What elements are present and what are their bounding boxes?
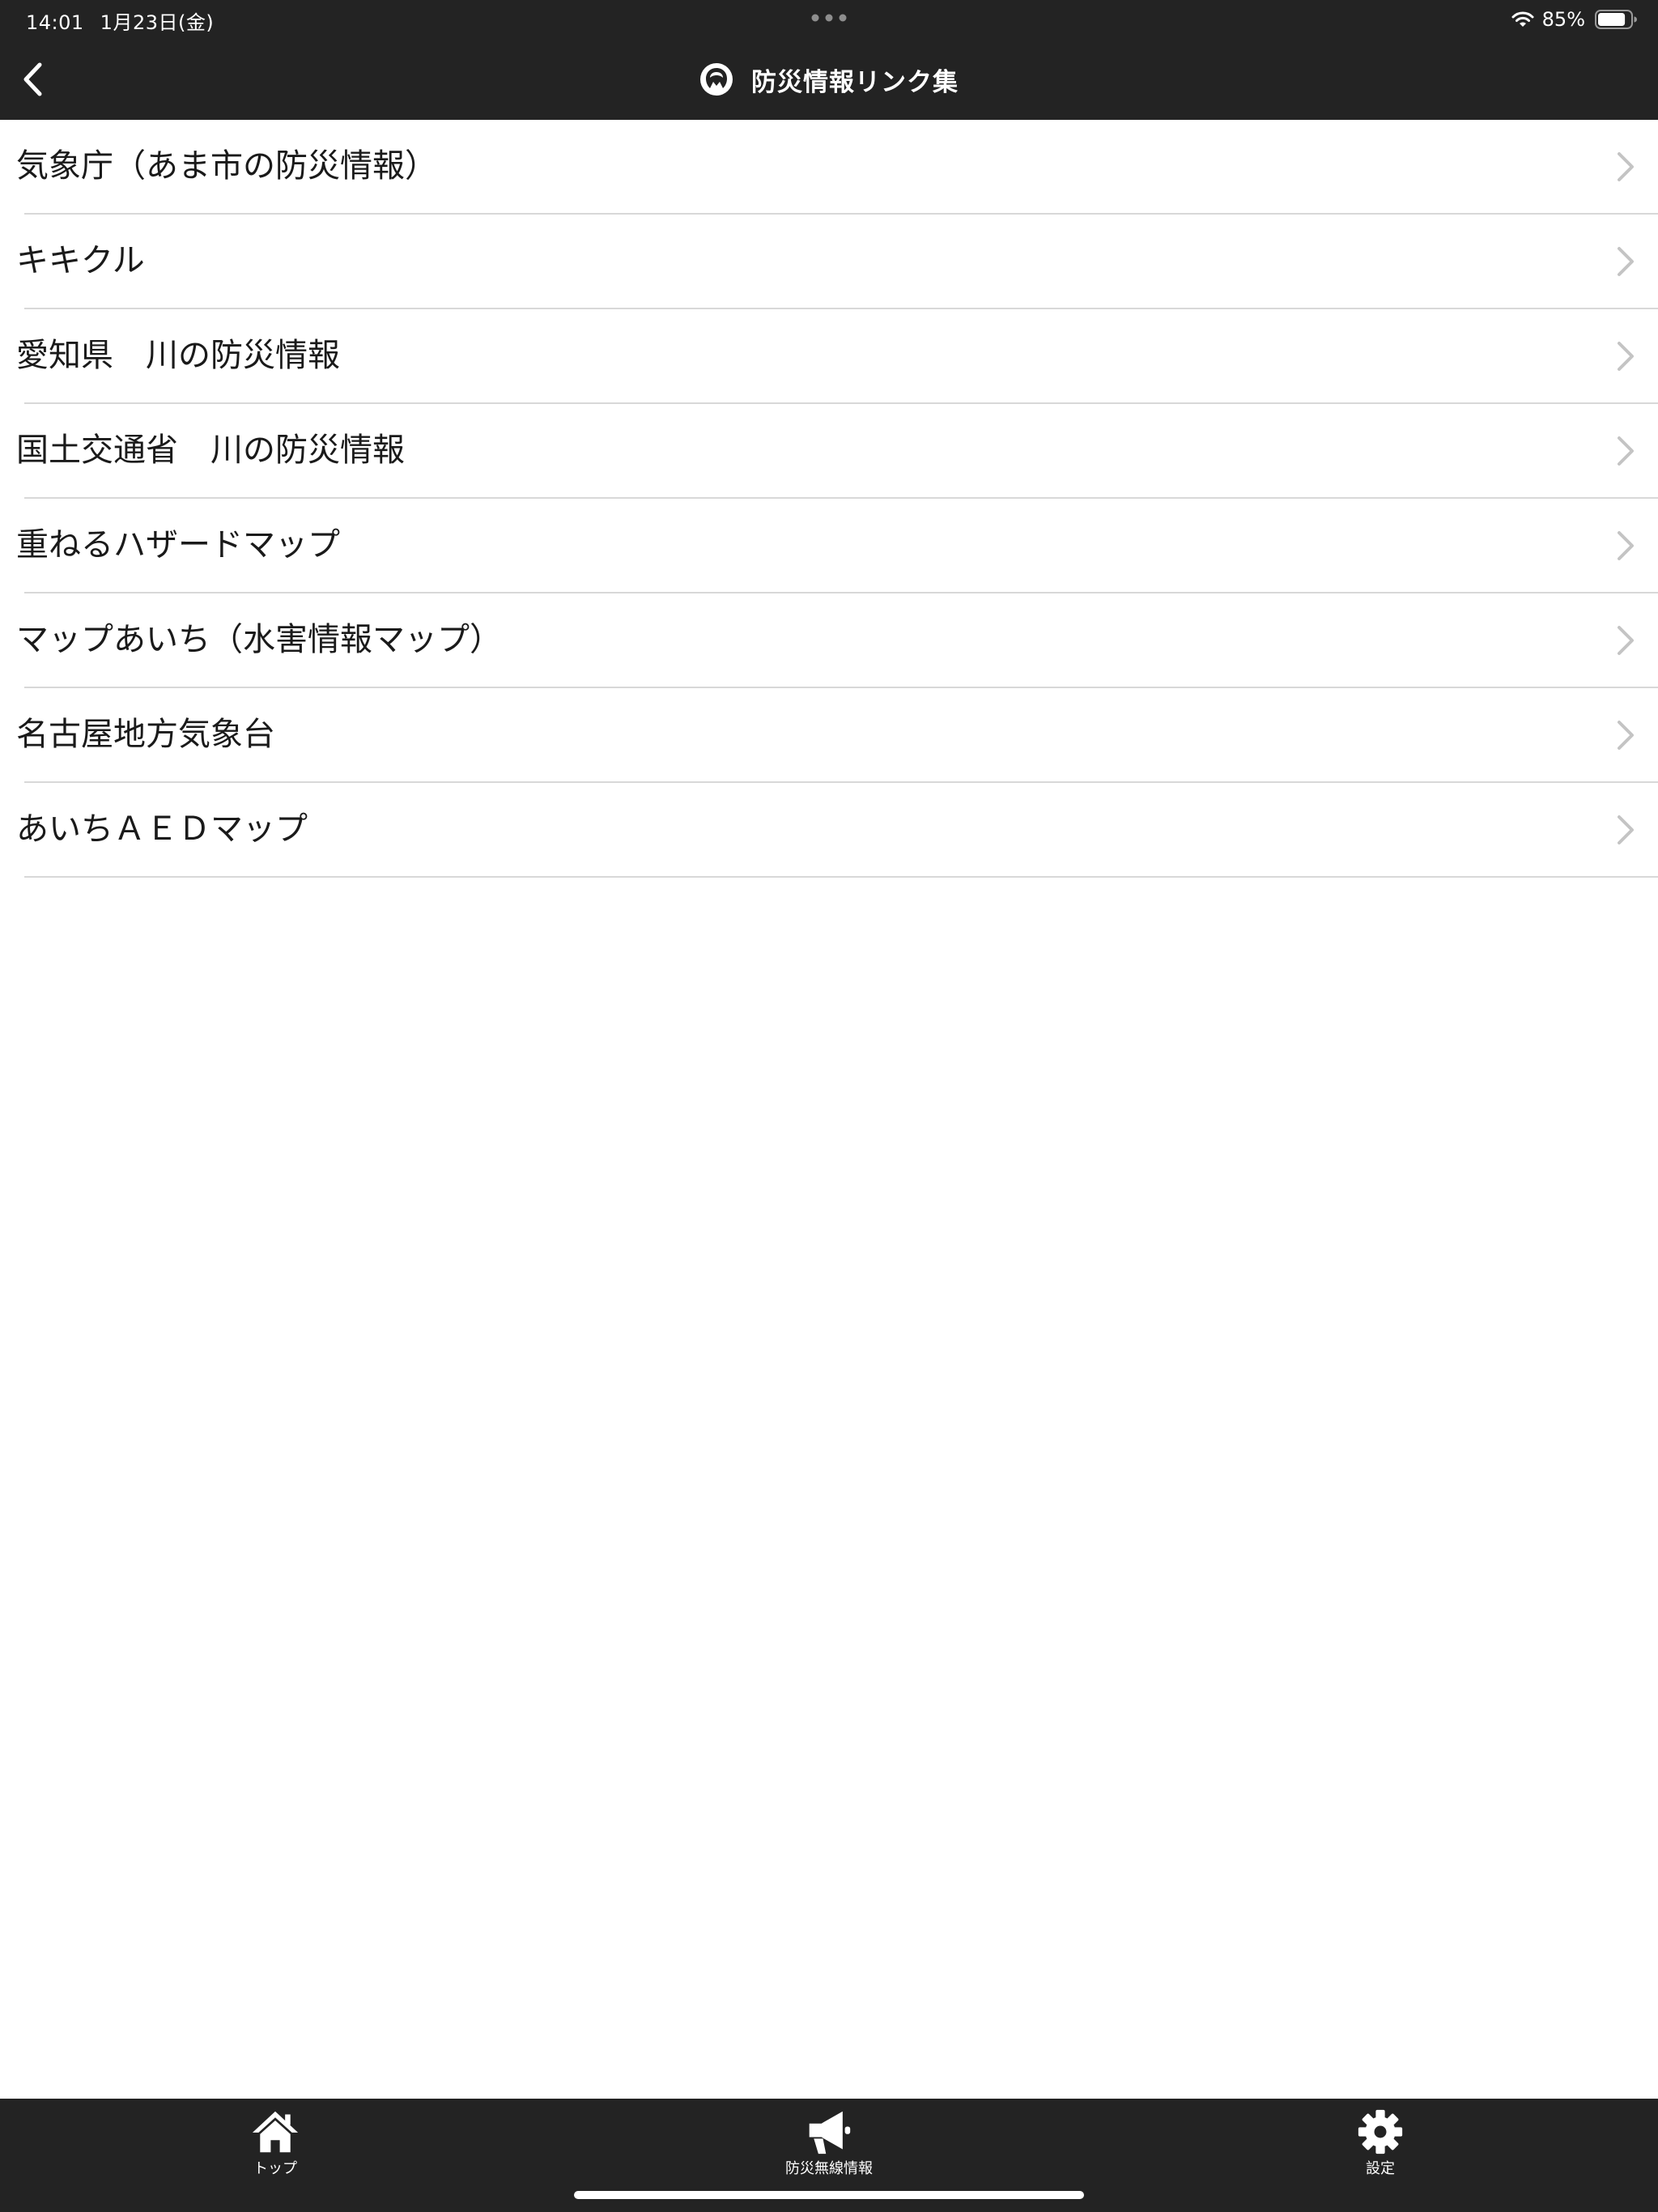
status-bar-right: 85% xyxy=(1510,6,1637,32)
city-emblem-icon xyxy=(700,63,733,96)
tab-settings[interactable]: 設定 xyxy=(1299,2108,1461,2178)
link-row-nagoya-observatory[interactable]: 名古屋地方気象台 xyxy=(16,688,1658,783)
page-title: 防災情報リンク集 xyxy=(751,67,959,97)
tab-label: トップ xyxy=(253,2160,297,2177)
link-row-kikikuru[interactable]: キキクル xyxy=(16,215,1658,309)
status-time: 14:01 xyxy=(26,11,84,34)
link-row-hazard-map[interactable]: 重ねるハザードマップ xyxy=(16,499,1658,593)
nav-title-group: 防災情報リンク集 xyxy=(0,58,1658,100)
battery-icon xyxy=(1595,10,1637,29)
multitasking-dots-icon[interactable] xyxy=(811,14,847,22)
link-row-aed-map[interactable]: あいちＡＥＤマップ xyxy=(16,783,1658,878)
link-row-label: 気象庁（あま市の防災情報） xyxy=(16,147,437,185)
chevron-right-icon xyxy=(1618,815,1634,844)
link-row-label: あいちＡＥＤマップ xyxy=(16,810,308,848)
link-row-label: キキクル xyxy=(16,242,145,279)
tab-label: 設定 xyxy=(1366,2160,1395,2177)
link-row-aichi-river[interactable]: 愛知県 川の防災情報 xyxy=(16,309,1658,404)
top-bar: 14:01 1月23日(金) 85% 防災情報リンク集 xyxy=(0,0,1658,120)
chevron-right-icon xyxy=(1618,626,1634,655)
link-row-label: マップあいち（水害情報マップ） xyxy=(16,621,502,658)
link-row-label: 国土交通省 川の防災情報 xyxy=(16,432,405,469)
status-bar-left: 14:01 1月23日(金) xyxy=(26,6,214,35)
link-row-map-aichi[interactable]: マップあいち（水害情報マップ） xyxy=(16,593,1658,688)
link-list: 気象庁（あま市の防災情報） キキクル 愛知県 川の防災情報 国土交通省 川の防災… xyxy=(0,120,1658,878)
tab-bousai-musen[interactable]: 防災無線情報 xyxy=(748,2108,910,2178)
chevron-right-icon xyxy=(1618,152,1634,181)
link-row-label: 重ねるハザードマップ xyxy=(16,526,340,564)
chevron-right-icon xyxy=(1618,436,1634,466)
gear-icon xyxy=(1358,2109,1403,2155)
home-icon xyxy=(252,2111,299,2153)
link-row-jma-ama[interactable]: 気象庁（あま市の防災情報） xyxy=(16,120,1658,215)
chevron-right-icon xyxy=(1618,342,1634,371)
link-row-label: 愛知県 川の防災情報 xyxy=(16,337,340,374)
home-indicator[interactable] xyxy=(574,2191,1084,2199)
link-row-label: 名古屋地方気象台 xyxy=(16,716,275,753)
status-date: 1月23日(金) xyxy=(100,11,215,34)
page: 14:01 1月23日(金) 85% 防災情報リンク集 気象庁（あま市の防災情報… xyxy=(0,0,1658,2212)
link-row-mlit-river[interactable]: 国土交通省 川の防災情報 xyxy=(16,404,1658,499)
chevron-right-icon xyxy=(1618,721,1634,750)
chevron-right-icon xyxy=(1618,531,1634,560)
tab-top[interactable]: トップ xyxy=(194,2108,356,2178)
tab-bar: トップ 防災無線情報 設定 xyxy=(0,2099,1658,2212)
megaphone-icon xyxy=(809,2111,851,2155)
battery-percent: 85% xyxy=(1541,8,1585,31)
tab-label: 防災無線情報 xyxy=(785,2160,873,2177)
wifi-icon xyxy=(1511,11,1534,27)
chevron-right-icon xyxy=(1618,247,1634,276)
